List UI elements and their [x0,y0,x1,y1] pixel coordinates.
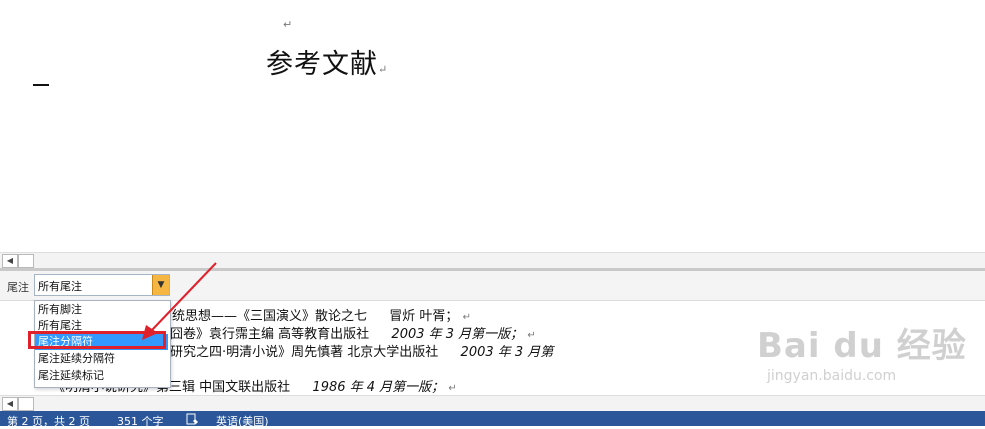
notes-type-select[interactable]: 所有尾注 ▼ [34,274,170,296]
paragraph-mark: ↵ [283,18,293,31]
notes-select-value: 所有尾注 [38,280,82,293]
endnote-text: 2003 年 3 月第 [460,345,554,360]
status-page[interactable]: 第 2 页，共 2 页 [7,413,90,429]
endnote-line: 研究之四·明清小说》周先慎著 北京大学出版社 2003 年 3 月第 [170,341,553,360]
page-title[interactable]: 参考文献↵ [266,42,388,81]
horizontal-scrollbar-bottom[interactable]: ◀ [0,395,985,411]
dropdown-option[interactable]: 尾注延续标记 [35,368,168,384]
endnote-line: 囧卷》袁行霈主编 高等教育出版社 2003 年 3 月第一版； ↵ [170,323,536,342]
endnote-text: 统思想——《三国演义》散论之七 [172,309,368,324]
chevron-down-icon[interactable]: ▼ [152,275,169,295]
watermark-logo: Bai du 经验 [757,326,967,366]
status-word-count[interactable]: 351 个字 [117,413,164,429]
status-bar: 第 2 页，共 2 页 351 个字 英语(美国) [0,411,985,429]
notes-label: 尾注 [7,281,29,294]
title-text: 参考文献 [266,49,378,80]
endnote-text: 2003 年 3 月第一版； [391,327,524,342]
paragraph-mark: ↵ [462,312,471,323]
document-page[interactable]: ↵ 参考文献↵ [0,0,985,252]
endnote-text: 囧卷》袁行霈主编 高等教育出版社 [170,327,370,342]
notes-pane-header: 尾注 所有尾注 ▼ [0,271,985,301]
paragraph-mark: ↵ [378,63,389,76]
text-cursor [33,84,49,86]
endnote-text: 1986 年 4 月第一版； [312,380,445,395]
scroll-thumb[interactable] [18,397,34,411]
dropdown-option[interactable]: 尾注延续分隔符 [35,351,168,367]
endnote-text: 研究之四·明清小说》周先慎著 北京大学出版社 [170,345,439,360]
horizontal-scrollbar-top[interactable]: ◀ [0,252,985,268]
paragraph-mark: ↵ [448,383,457,394]
watermark-url: jingyan.baidu.com [767,368,897,384]
status-language[interactable]: 英语(美国) [216,413,269,429]
scroll-left-icon[interactable]: ◀ [2,254,18,268]
endnote-text: 冒炘 叶胥； [389,309,459,324]
scroll-left-icon[interactable]: ◀ [2,397,18,411]
highlight-box [28,331,166,349]
paragraph-mark: ↵ [527,330,536,341]
dropdown-option[interactable]: 所有脚注 [35,302,168,318]
scroll-thumb[interactable] [18,254,34,268]
endnote-line: 统思想——《三国演义》散论之七 冒炘 叶胥； ↵ [172,305,471,324]
